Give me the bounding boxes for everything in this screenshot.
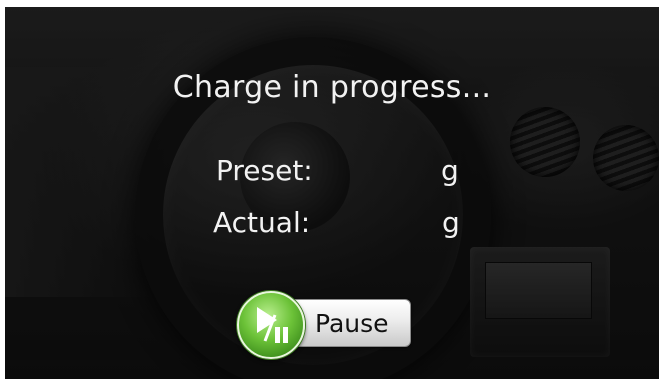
play-pause-icon[interactable] bbox=[237, 291, 305, 359]
console-display-image bbox=[485, 262, 592, 319]
air-vent-image bbox=[510, 107, 580, 177]
pause-button[interactable]: Pause bbox=[231, 288, 411, 359]
air-vent-image bbox=[593, 125, 659, 191]
pause-button-label: Pause bbox=[315, 309, 389, 338]
actual-unit: g bbox=[442, 206, 460, 239]
preset-label: Preset: bbox=[216, 154, 313, 187]
charging-screen: Charge in progress... Preset: g Actual: … bbox=[5, 7, 659, 379]
center-console-image bbox=[470, 247, 610, 357]
preset-unit: g bbox=[441, 154, 459, 187]
actual-label: Actual: bbox=[213, 206, 311, 239]
status-title: Charge in progress... bbox=[172, 70, 492, 105]
